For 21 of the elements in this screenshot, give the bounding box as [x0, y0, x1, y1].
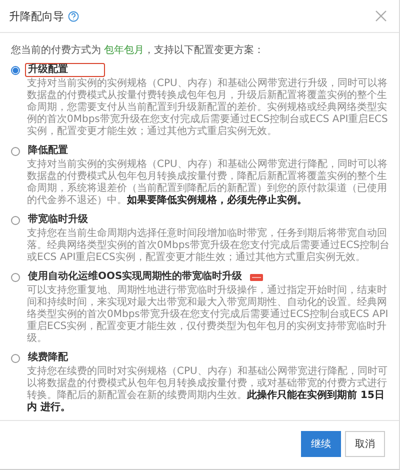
option-title: 升级配置	[25, 63, 105, 77]
radio-button[interactable]	[11, 272, 20, 282]
option-title: 带宽临时升级	[27, 213, 89, 227]
option-description: 支持对当前实例的实例规格（CPU、内存）和基础公网带宽进行升级，同时可以将数据盘的付费模式从按量付费转换成包年包月，升级后新配置将覆盖实例的整个生命周期，您需要支付从当前配置到升级新配置的差价。实例规格或经典网络类型实例的首次0Mbps带宽升级在您支付完成后需要通过ECS控制台或ECS API重启ECS实例，配置变更才能生效；通过其他方式重启实例无效。	[27, 78, 389, 138]
dialog-title: 升降配向导	[9, 8, 64, 24]
radio-button[interactable]	[11, 354, 20, 362]
option-description: 支持您在续费的同时对实例规格（CPU、内存）和基础公网带宽进行降配，同时可以将数据盘的付费模式从包年包月转换成按量付费，或对基础带宽的付费方式进行转换。降配后的新配置会在新的续费周期内生效。此操作只能在实例到期前 15日内 进行。	[27, 366, 388, 414]
intro-text: 您当前的付费方式为 包年包月，支持以下配置变更方案：	[11, 45, 266, 57]
radio-button[interactable]	[11, 216, 20, 224]
option-title: 续费降配	[26, 351, 69, 365]
help-icon[interactable]	[68, 10, 79, 22]
option-description: 可以支持您重复地、周期性地进行带宽临时升级操作，通过指定开始时间，结束时间和持续时间，来实现对最大出带宽和最大入带宽周期性、自动化的设置。经典网络类型实例的首次0Mbps带宽升级在您支付完成后需要通过ECS控制台或ECS API重启ECS实例，配置变更才能生效，仅付费类型为包年包月的实例支持带宽临时升级。	[27, 285, 390, 345]
cancel-button[interactable]: 取消	[345, 431, 385, 457]
radio-button[interactable]	[11, 66, 20, 74]
radio-button[interactable]	[11, 146, 20, 156]
option-title: 使用自动化运维OOS实现周期性的带宽临时升级	[26, 270, 244, 284]
option-title: 降低配置	[27, 144, 69, 158]
continue-button[interactable]: 继续	[301, 431, 341, 457]
close-icon[interactable]	[375, 10, 387, 22]
option-description: 支持对当前实例的实例规格（CPU、内存）和基础公网带宽进行降配，同时可以将数据盘的付费模式从包年包月转换成按量付费，降配后新配置将覆盖实例的整个生命周期，系统将退差价（当前配置到降配后的新配置）到您的原付款渠道（已使用的代金券不退还）中。如果要降低实例规格，必须先停止实例。	[27, 159, 388, 207]
option-description: 支持您在当前生命周期内选择任意时间段增加临时带宽，任务到期后将带宽自动回落。经典网络类型实例的首次0Mbps带宽升级在您支付完成后需要通过ECS控制台或ECS API重启ECS实例，配置变更才能生效；通过其他方式重启实例无效。	[27, 228, 391, 264]
